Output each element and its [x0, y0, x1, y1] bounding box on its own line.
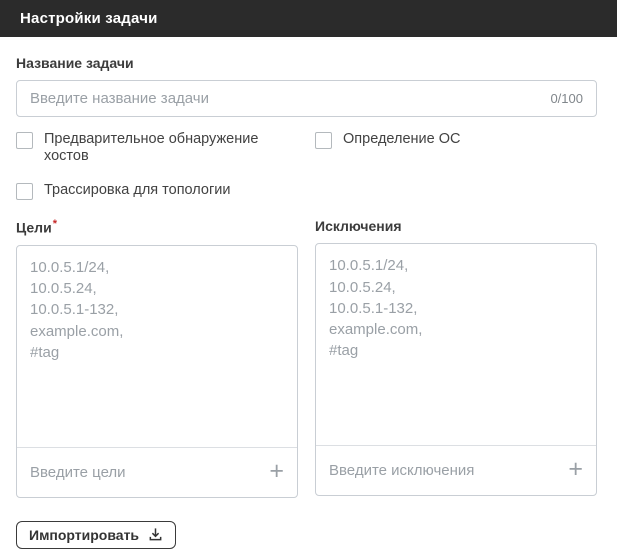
checkbox-group: Предварительное обнаружение хостов Опред… [16, 131, 597, 201]
targets-box: + [16, 244, 298, 498]
checkbox-icon[interactable] [16, 183, 33, 201]
task-name-field: 0/100 [16, 80, 597, 117]
targets-exclusions-section: Цели* + Исключения + [16, 218, 597, 498]
panel-header: Настройки задачи [0, 0, 617, 37]
checkbox-icon[interactable] [315, 132, 332, 149]
targets-label: Цели* [16, 218, 57, 236]
task-name-input[interactable] [30, 90, 541, 107]
exclusions-label: Исключения [315, 218, 402, 235]
exclusions-textarea[interactable] [316, 244, 596, 446]
import-button[interactable]: Импортировать [16, 520, 177, 549]
add-target-row: + [17, 446, 297, 497]
task-settings-form: Название задачи 0/100 Предварительное об… [0, 37, 617, 549]
download-icon [148, 527, 163, 542]
add-exclusion-row: + [316, 445, 596, 495]
required-asterisk: * [52, 218, 57, 231]
add-exclusion-input[interactable] [329, 462, 561, 480]
checkbox-label: Предварительное обнаружение хостов [44, 131, 259, 165]
checkbox-label: Определение ОС [343, 131, 461, 147]
import-button-label: Импортировать [29, 526, 140, 543]
exclusions-box: + [315, 243, 597, 497]
exclusions-column: Исключения + [315, 218, 597, 498]
add-exclusion-button[interactable]: + [560, 457, 583, 484]
checkbox-host-discovery[interactable]: Предварительное обнаружение хостов [16, 131, 315, 165]
checkbox-label: Трассировка для топологии [44, 182, 231, 199]
task-name-label: Название задачи [16, 55, 134, 71]
checkbox-os-detection[interactable]: Определение ОС [315, 131, 597, 165]
char-counter: 0/100 [550, 91, 583, 106]
targets-textarea[interactable] [17, 245, 297, 447]
add-target-input[interactable] [30, 463, 262, 481]
panel-title: Настройки задачи [20, 10, 158, 27]
targets-column: Цели* + [16, 218, 298, 498]
checkbox-icon[interactable] [16, 132, 33, 149]
plus-icon: + [568, 455, 583, 484]
checkbox-topology-trace[interactable]: Трассировка для топологии [16, 182, 315, 201]
plus-icon: + [269, 456, 284, 485]
add-target-button[interactable]: + [261, 456, 284, 486]
